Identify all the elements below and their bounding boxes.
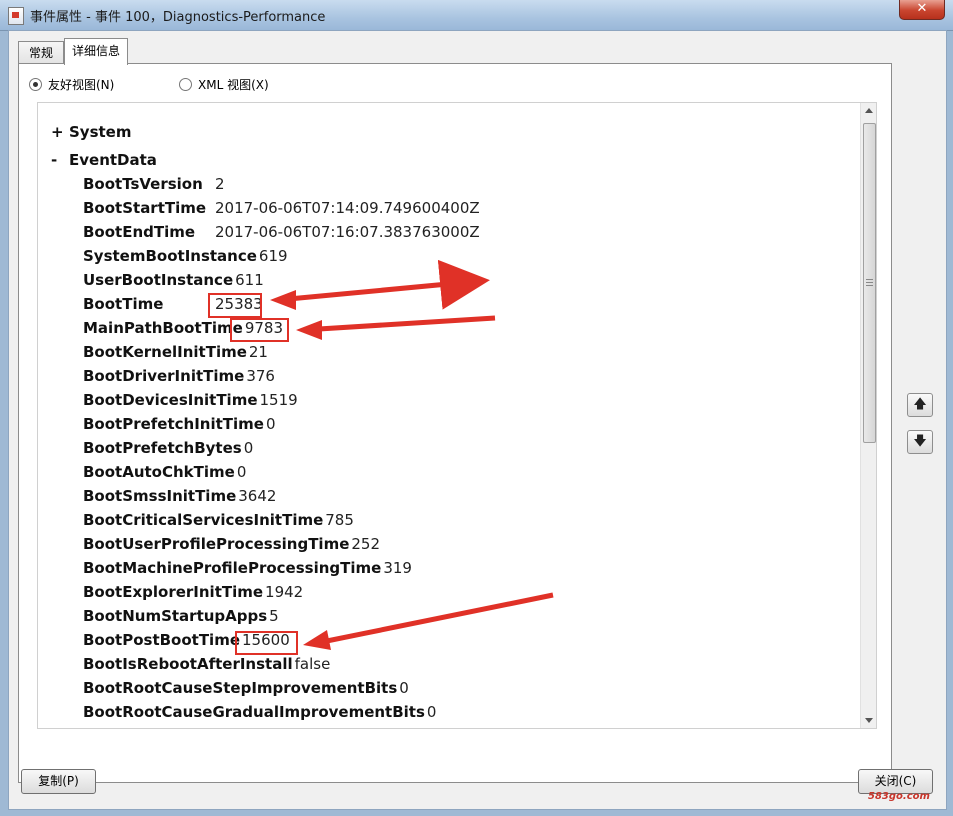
arrow-head-icon [303, 630, 331, 650]
watermark: 583go.com [868, 791, 930, 802]
arrow-icon [277, 259, 490, 310]
arrow-head-icon [296, 320, 322, 340]
arrow-icon [311, 592, 554, 647]
tab-details[interactable]: 详细信息 [64, 38, 128, 65]
annotation-arrows [270, 259, 554, 650]
arrow-icon [302, 315, 496, 333]
arrow-head-icon [270, 290, 296, 310]
